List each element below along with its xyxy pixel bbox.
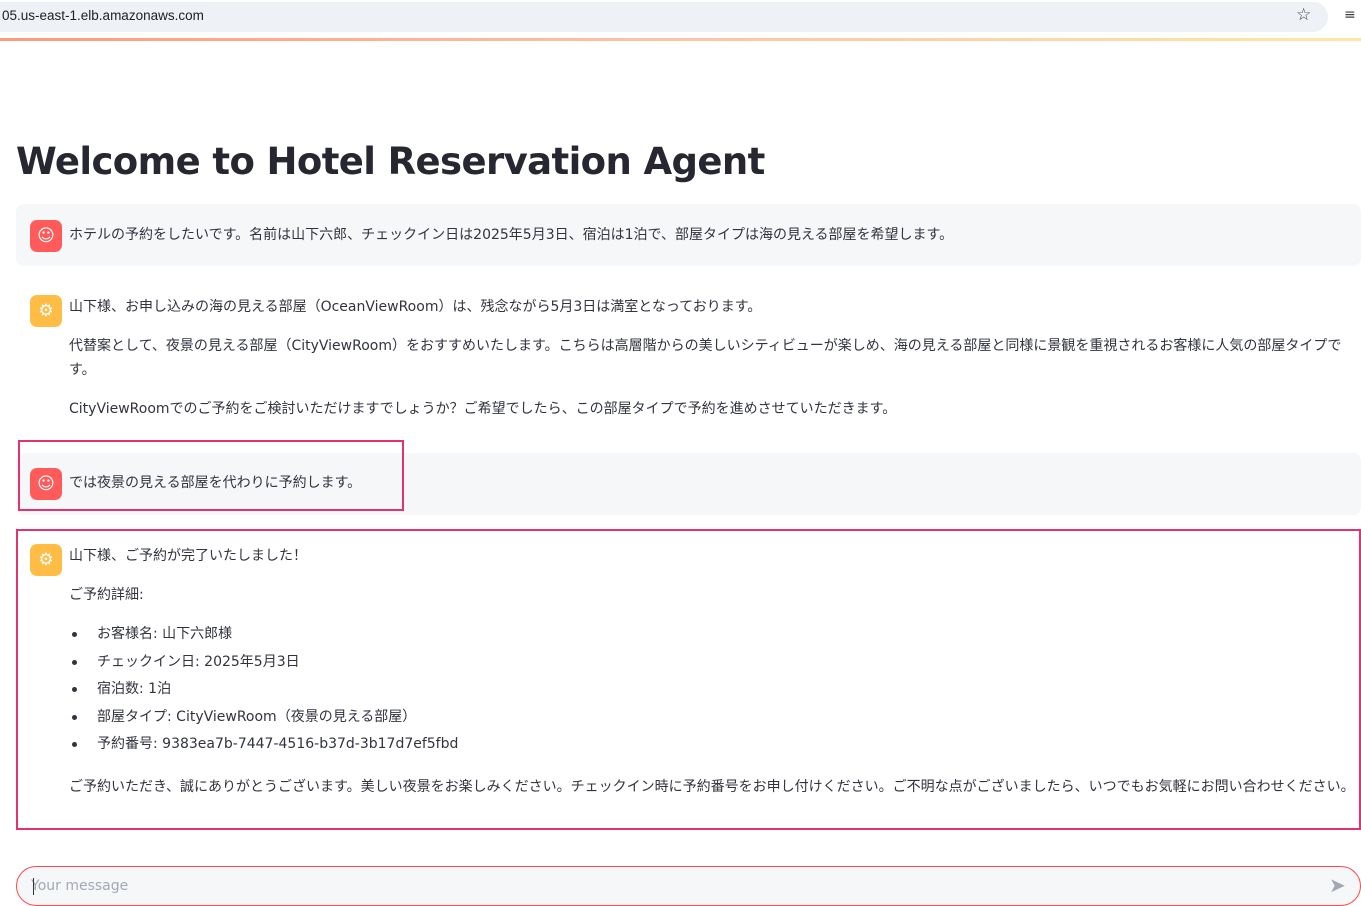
chat-message-assistant: ⚙ 山下様、お申し込みの海の見える部屋（OceanViewRoom）は、残念なが… — [16, 280, 1361, 430]
robot-icon: ⚙ — [30, 544, 62, 576]
star-outline-icon[interactable]: ☆ — [1296, 5, 1311, 25]
list-item: 予約番号: 9383ea7b-7447-4516-b37d-3b17d7ef5f… — [69, 732, 1361, 760]
chat-message-assistant: ⚙ 山下様、ご予約が完了いたしました！ ご予約詳細: お客様名: 山下六郎様 チ… — [16, 530, 1361, 830]
page-title: Welcome to Hotel Reservation Agent — [16, 140, 765, 183]
message-text: ホテルの予約をしたいです。名前は山下六郎、チェックイン日は2025年5月3日、宿… — [69, 227, 954, 243]
reservation-details-list: お客様名: 山下六郎様 チェックイン日: 2025年5月3日 宿泊数: 1泊 部… — [69, 622, 1361, 760]
chat-input[interactable] — [31, 874, 1311, 898]
chat-message-user: ☺ では夜景の見える部屋を代わりに予約します。 — [16, 453, 1361, 515]
message-text: 代替案として、夜景の見える部屋（CityViewRoom）をおすすめいたします。… — [69, 338, 1342, 378]
message-text: では夜景の見える部屋を代わりに予約します。 — [69, 475, 362, 491]
browser-address-bar: 05.us-east-1.elb.amazonaws.com ☆ ≡ — [0, 0, 1361, 38]
list-item: お客様名: 山下六郎様 — [69, 622, 1361, 650]
robot-icon: ⚙ — [30, 295, 62, 327]
list-item: 宿泊数: 1泊 — [69, 677, 1361, 705]
send-arrow-icon[interactable]: ➤ — [1329, 873, 1346, 897]
message-text: ご予約いただき、誠にありがとうございます。美しい夜景をお楽しみください。チェック… — [69, 778, 1355, 795]
chat-input-container: ➤ — [16, 866, 1361, 906]
user-face-icon: ☺ — [30, 220, 62, 252]
details-label: ご予約詳細: — [69, 587, 144, 603]
url-text[interactable]: 05.us-east-1.elb.amazonaws.com — [2, 8, 204, 23]
chat-message-user: ☺ ホテルの予約をしたいです。名前は山下六郎、チェックイン日は2025年5月3日… — [16, 204, 1361, 266]
reading-list-icon[interactable]: ≡ — [1344, 7, 1356, 23]
user-face-icon: ☺ — [30, 468, 62, 500]
list-item: チェックイン日: 2025年5月3日 — [69, 650, 1361, 678]
header-decoration-bar — [0, 38, 1361, 41]
message-text: CityViewRoomでのご予約をご検討いただけますでしょうか？ご希望でしたら… — [69, 401, 897, 417]
message-text: 山下様、ご予約が完了いたしました！ — [69, 548, 307, 564]
list-item: 部屋タイプ: CityViewRoom（夜景の見える部屋） — [69, 705, 1361, 733]
message-text: 山下様、お申し込みの海の見える部屋（OceanViewRoom）は、残念ながら5… — [69, 299, 762, 315]
text-caret — [33, 878, 34, 895]
